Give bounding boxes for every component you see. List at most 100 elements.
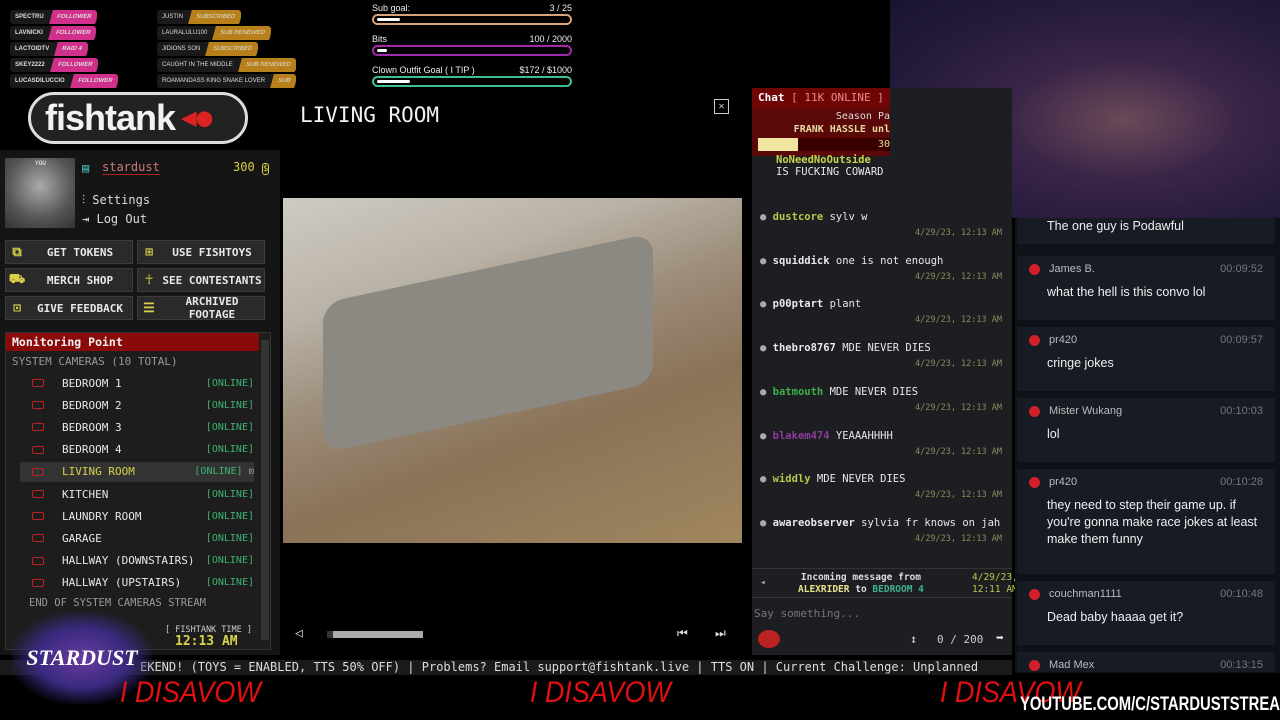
archive-icon: ☰ [143, 300, 155, 316]
active-icon: ⊡ [248, 466, 254, 477]
camera-item[interactable]: LAUNDRY ROOM [ONLINE] [20, 506, 254, 526]
use-fishtoys-button[interactable]: ⊞ USE FISHTOYS [137, 240, 265, 264]
token-balance: 300 $ [233, 160, 270, 175]
merch-shop-button[interactable]: ⛟ MERCH SHOP [5, 268, 133, 292]
alert-subscriber: LAURALULU100 SUB RENEWED [157, 26, 272, 40]
camera-icon [32, 556, 44, 565]
fish-icon: ◀● [181, 103, 213, 133]
user-icon: ● [760, 298, 767, 311]
cameras-end: END OF SYSTEM CAMERAS STREAM [29, 597, 207, 609]
get-tokens-button[interactable]: ⧉ GET TOKENS [5, 240, 133, 264]
alert-subscriber: ROAMANDASS KING SNAKE LOVER SUB [157, 74, 297, 88]
token-icon: $ [261, 163, 270, 175]
goal-bar: Sub goal: 3 / 25 [372, 3, 572, 25]
alert-subscriber: JIDIONS SON SUBSCRIBED [157, 42, 259, 56]
camera-icon [32, 512, 44, 521]
user-icon: ● [760, 385, 767, 398]
char-counter: 0 / 200 [937, 633, 984, 646]
chat-header: Chat [ 11K ONLINE ] [752, 88, 890, 108]
sliders-icon: ⫶ [82, 193, 86, 207]
camera-icon [32, 490, 44, 498]
camera-icon [32, 534, 44, 543]
chat-message: ● blakem474 YEAAAHHHH 4/29/23, 12:13 AM [760, 429, 1002, 457]
disavow-text-1: I DISAVOW [119, 676, 261, 709]
camera-feed[interactable] [283, 198, 742, 543]
user-icon: ● [760, 211, 767, 223]
send-button[interactable]: ➡ [996, 631, 1004, 646]
settings-link[interactable]: ⫶ Settings [82, 193, 150, 208]
alert-follower: LUCASDILUCCIO FOLLOWER [10, 74, 118, 88]
chat-message: ● widdly MDE NEVER DIES 4/29/23, 12:13 AM [760, 473, 1002, 501]
youtube-icon [1029, 263, 1040, 275]
season-pass-banner: Season Pa FRANK HASSLE unl 30 [752, 108, 890, 156]
disavow-text-2: I DISAVOW [529, 676, 671, 709]
user-icon: ▤ [82, 161, 90, 175]
logout-link[interactable]: ⇥ Log Out [82, 212, 147, 226]
volume-slider[interactable] [327, 631, 423, 638]
cart-icon: ⛟ [8, 271, 26, 287]
viewer-title: LIVING ROOM [300, 103, 440, 127]
youtube-icon [1029, 588, 1040, 600]
youtube-icon [1029, 659, 1040, 671]
avatar: YOU [5, 158, 75, 228]
camera-item[interactable]: HALLWAY (UPSTAIRS) [ONLINE] [20, 573, 254, 593]
youtube-icon [1029, 334, 1040, 346]
youtube-url: YOUTUBE.COM/C/STARDUSTSTREAMS [1020, 694, 1280, 715]
camera-item[interactable]: KITCHEN [ONLINE] [20, 484, 254, 504]
gift-icon: ⊞ [145, 244, 153, 260]
archived-footage-button[interactable]: ☰ ARCHIVED FOOTAGE [137, 295, 265, 321]
alert-follower: LAVNICKI FOLLOWER [10, 26, 97, 40]
camera-icon [32, 467, 44, 476]
give-feedback-button[interactable]: ⊡ GIVE FEEDBACK [5, 296, 133, 320]
camera-icon [32, 401, 44, 410]
camera-icon [32, 379, 44, 387]
emote-button[interactable] [758, 630, 780, 648]
scrollbar[interactable] [261, 340, 269, 640]
youtube-chat-message: James B. 00:09:52 what the hell is this co… [1017, 256, 1275, 320]
camera-icon [32, 445, 44, 454]
volume-icon[interactable]: ◁ [295, 626, 303, 641]
fishtank-time: 12:13 AM [175, 634, 238, 649]
season-progress: 30 [758, 138, 890, 151]
camera-item[interactable]: BEDROOM 3 [ONLINE] [20, 417, 254, 437]
alert-follower: SKEY2222 FOLLOWER [10, 58, 99, 72]
camera-icon [32, 578, 44, 587]
youtube-chat-message: Mad Mex 00:13:15 [1017, 652, 1275, 672]
monitoring-header: Monitoring Point [6, 333, 259, 351]
cameras-subtitle: SYSTEM CAMERAS (10 TOTAL) [12, 355, 178, 368]
camera-item[interactable]: BEDROOM 2 [ONLINE] [20, 395, 254, 415]
youtube-icon [1029, 405, 1040, 417]
username[interactable]: stardust [102, 160, 160, 175]
resize-icon[interactable]: ↕ [910, 632, 917, 646]
chat-message: ● thebro8767 MDE NEVER DIES 4/29/23, 12:1… [760, 342, 1002, 370]
fishtank-logo[interactable]: fishtank ◀● [28, 92, 248, 144]
user-icon: ● [760, 429, 767, 442]
user-icon: ● [760, 254, 767, 267]
camera-item[interactable]: BEDROOM 1 [ONLINE] [20, 373, 254, 393]
previous-camera-button[interactable]: ⏮ [677, 626, 688, 641]
camera-icon [32, 423, 44, 432]
alert-follower: LACTOIDTV RAID 4 [10, 42, 88, 56]
person-icon: ☥ [145, 272, 153, 288]
close-button[interactable]: ✕ [714, 99, 729, 114]
youtube-chat-message: couchman1111 00:10:48 Dead baby haaaa get … [1017, 581, 1275, 645]
camera-item[interactable]: LIVING ROOM [ONLINE] ⊡ [20, 461, 254, 482]
see-contestants-button[interactable]: ☥ SEE CONTESTANTS [137, 268, 265, 292]
goal-bar: Clown Outfit Goal ( I TIP ) $172 / $1000 [372, 65, 572, 87]
chat-message: ● batmouth MDE NEVER DIES 4/29/23, 12:13 … [760, 385, 1002, 413]
user-icon: ● [760, 342, 767, 355]
camera-item[interactable]: HALLWAY (DOWNSTAIRS) [ONLINE] [20, 551, 254, 571]
tokens-icon: ⧉ [12, 244, 22, 260]
next-camera-button[interactable]: ⏭ [715, 626, 726, 641]
chat-message-partial: NoNeedNoOutside IS FUCKING COWARD [776, 154, 884, 178]
user-icon: ● [760, 473, 767, 486]
youtube-icon [1029, 476, 1040, 488]
camera-item[interactable]: GARAGE [ONLINE] [20, 528, 254, 548]
youtube-chat-message: pr420 00:09:57 cringe jokes [1017, 327, 1275, 391]
logo-text: fishtank [45, 97, 176, 138]
camera-item[interactable]: BEDROOM 4 [ONLINE] [20, 440, 254, 460]
chat-message: ● squiddick one is not enough 4/29/23, 12… [760, 254, 1002, 282]
goal-bar: Bits 100 / 2000 [372, 34, 572, 56]
feedback-icon: ⊡ [13, 300, 21, 316]
chat-input[interactable] [754, 603, 1008, 623]
